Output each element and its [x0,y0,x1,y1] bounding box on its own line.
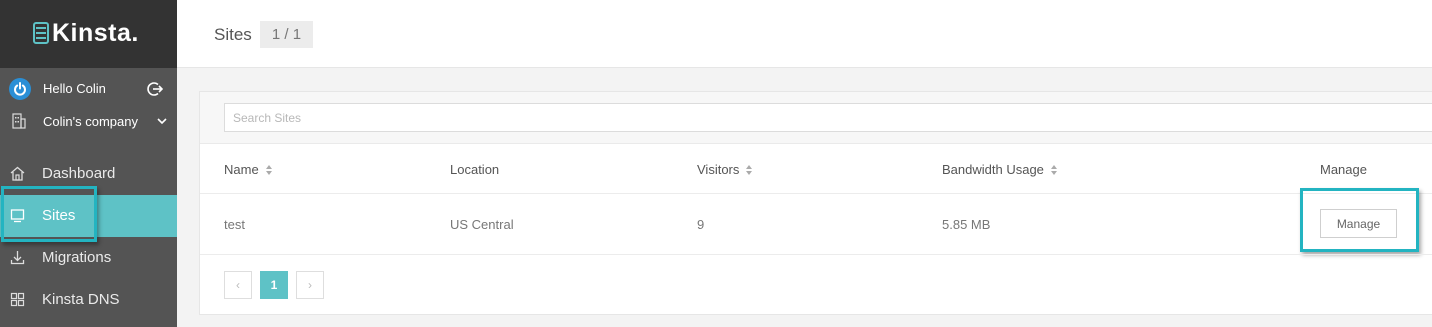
grid-icon [10,292,25,307]
sort-icon [1050,164,1057,175]
pagination-prev-button[interactable]: ‹ [224,271,252,299]
logout-icon[interactable] [147,81,163,97]
page-header: Sites 1 / 1 [177,0,1432,68]
column-header-location: Location [450,162,499,177]
column-header-label: Visitors [697,162,740,177]
logo-bar: Kinsta. [0,0,177,68]
sort-icon [265,164,272,175]
column-header-label: Location [450,162,500,177]
column-header-visitors[interactable]: Visitors [697,162,753,177]
column-header-name[interactable]: Name [224,162,273,177]
sites-highlight-box [1,186,97,242]
user-row: Hello Colin [0,72,177,105]
sidebar-item-label: Kinsta DNS [42,291,120,308]
sites-panel: Name Location Visitors Bandwidth Usage M… [199,91,1432,315]
sites-count-badge: 1 / 1 [260,21,313,48]
manage-highlight-box [1300,188,1419,252]
column-header-label: Manage [1320,162,1367,177]
row-divider [200,254,1432,255]
company-name: Colin's company [43,114,138,129]
sidebar-item-label: Migrations [42,249,112,266]
home-icon [10,166,25,181]
site-location-cell: US Central [450,217,514,232]
download-icon [10,251,25,265]
sidebar: Kinsta. Hello Colin Colin's company Dash… [0,0,177,327]
sort-icon [746,164,753,175]
chevron-down-icon [157,118,167,125]
kinsta-logo[interactable]: Kinsta. [33,19,139,47]
brand-name: Kinsta. [52,19,139,47]
column-header-manage: Manage [1320,162,1367,177]
page-title: Sites [214,25,252,44]
pagination-next-button[interactable]: › [296,271,324,299]
power-icon [9,78,31,100]
site-bandwidth-cell: 5.85 MB [942,217,991,232]
building-icon [12,113,26,129]
sidebar-item-migrations[interactable]: Migrations [0,237,177,279]
column-header-label: Name [224,162,259,177]
sidebar-item-kinsta-dns[interactable]: Kinsta DNS [0,279,177,321]
search-input[interactable] [224,103,1432,132]
site-name-cell[interactable]: test [224,217,245,232]
column-header-bandwidth[interactable]: Bandwidth Usage [942,162,1058,177]
row-divider [200,193,1432,194]
user-greeting: Hello Colin [43,81,106,96]
column-header-label: Bandwidth Usage [942,162,1044,177]
kinsta-logo-icon [33,22,49,44]
pagination-page-1[interactable]: 1 [260,271,288,299]
site-visitors-cell: 9 [697,217,705,232]
company-switcher[interactable]: Colin's company [0,105,177,138]
search-bar [200,92,1432,144]
sidebar-item-label: Dashboard [42,165,116,182]
